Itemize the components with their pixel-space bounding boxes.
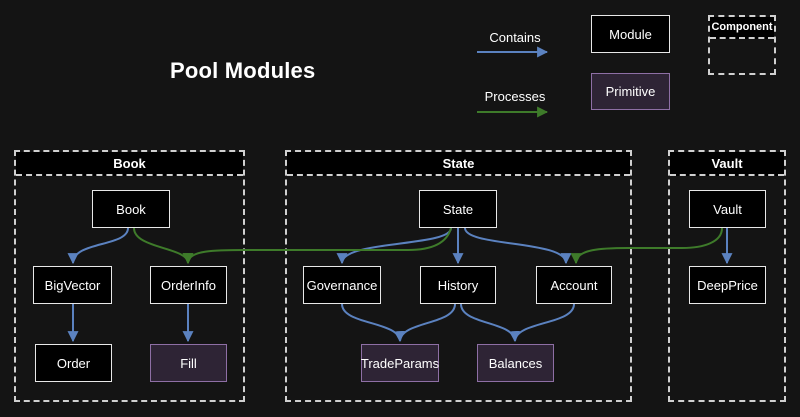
legend-module-label: Module (609, 27, 652, 42)
node-orderinfo: OrderInfo (150, 266, 227, 304)
node-deepprice: DeepPrice (689, 266, 766, 304)
node-bigvector: BigVector (33, 266, 112, 304)
node-orderinfo-label: OrderInfo (161, 278, 216, 293)
node-vault: Vault (689, 190, 766, 228)
cluster-book-header: Book (16, 152, 243, 176)
legend-contains-label: Contains (475, 30, 555, 45)
cluster-state-header: State (287, 152, 630, 176)
node-account: Account (536, 266, 612, 304)
node-tradeparams-label: TradeParams (361, 356, 439, 371)
legend-primitive-swatch: Primitive (591, 73, 670, 110)
node-deepprice-label: DeepPrice (697, 278, 758, 293)
legend-module-swatch: Module (591, 15, 670, 53)
node-order: Order (35, 344, 112, 382)
legend-processes-label: Processes (475, 89, 555, 104)
node-governance-label: Governance (307, 278, 378, 293)
page-title: Pool Modules (170, 58, 315, 84)
node-vault-label: Vault (713, 202, 742, 217)
node-governance: Governance (303, 266, 381, 304)
legend-component-swatch: Component (708, 15, 776, 75)
legend-component-label: Component (710, 17, 774, 39)
diagram-canvas: { "page": { "title": "Pool Modules", "ba… (0, 0, 800, 417)
node-history-label: History (438, 278, 478, 293)
legend-primitive-label: Primitive (606, 84, 656, 99)
node-order-label: Order (57, 356, 90, 371)
node-history: History (420, 266, 496, 304)
node-balances: Balances (477, 344, 554, 382)
node-balances-label: Balances (489, 356, 542, 371)
node-state: State (419, 190, 497, 228)
node-book: Book (92, 190, 170, 228)
node-fill: Fill (150, 344, 227, 382)
node-bigvector-label: BigVector (45, 278, 101, 293)
node-account-label: Account (551, 278, 598, 293)
node-tradeparams: TradeParams (361, 344, 439, 382)
node-fill-label: Fill (180, 356, 197, 371)
node-book-label: Book (116, 202, 146, 217)
node-state-label: State (443, 202, 473, 217)
cluster-vault-header: Vault (670, 152, 784, 176)
